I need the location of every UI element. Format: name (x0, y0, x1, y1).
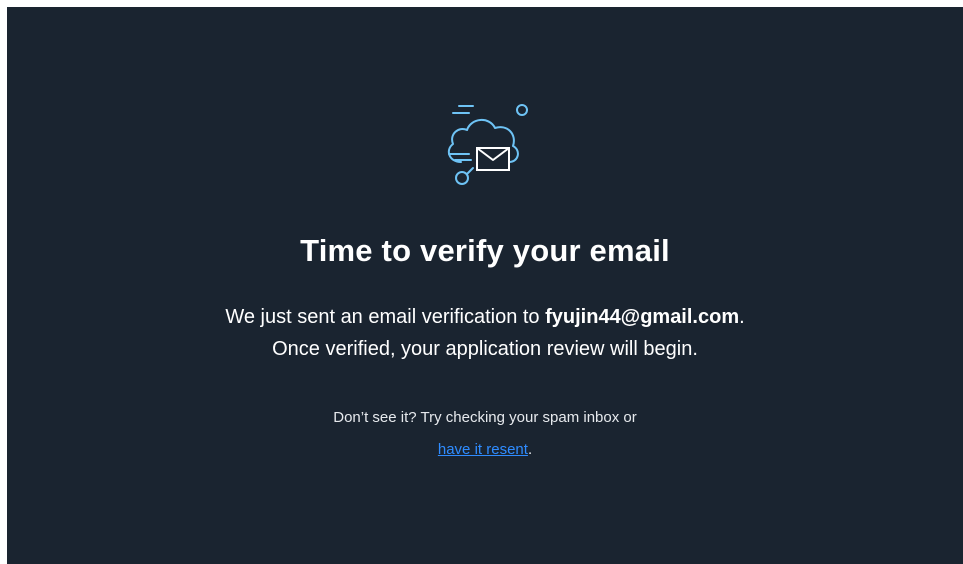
illustration (7, 102, 963, 192)
message-suffix: . (739, 306, 745, 328)
message-prefix: We just sent an email verification to (225, 306, 546, 328)
resend-suffix: . (527, 441, 533, 458)
email-address: fyujin44@gmail.com (545, 306, 740, 328)
cloud-email-icon (447, 104, 528, 185)
message-line-2: Once verified, your application review w… (272, 338, 698, 360)
message-line-1: We just sent an email verification to fy… (7, 301, 963, 333)
page-title: Time to verify your email (300, 233, 670, 268)
verification-message: We just sent an email verification to fy… (7, 301, 963, 365)
resend-link[interactable]: have it resent (438, 441, 528, 458)
verification-panel: Time to verify your email We just sent a… (7, 7, 963, 564)
spam-hint: Don’t see it? Try checking your spam inb… (333, 409, 637, 426)
resend-line: have it resent. (7, 440, 963, 460)
